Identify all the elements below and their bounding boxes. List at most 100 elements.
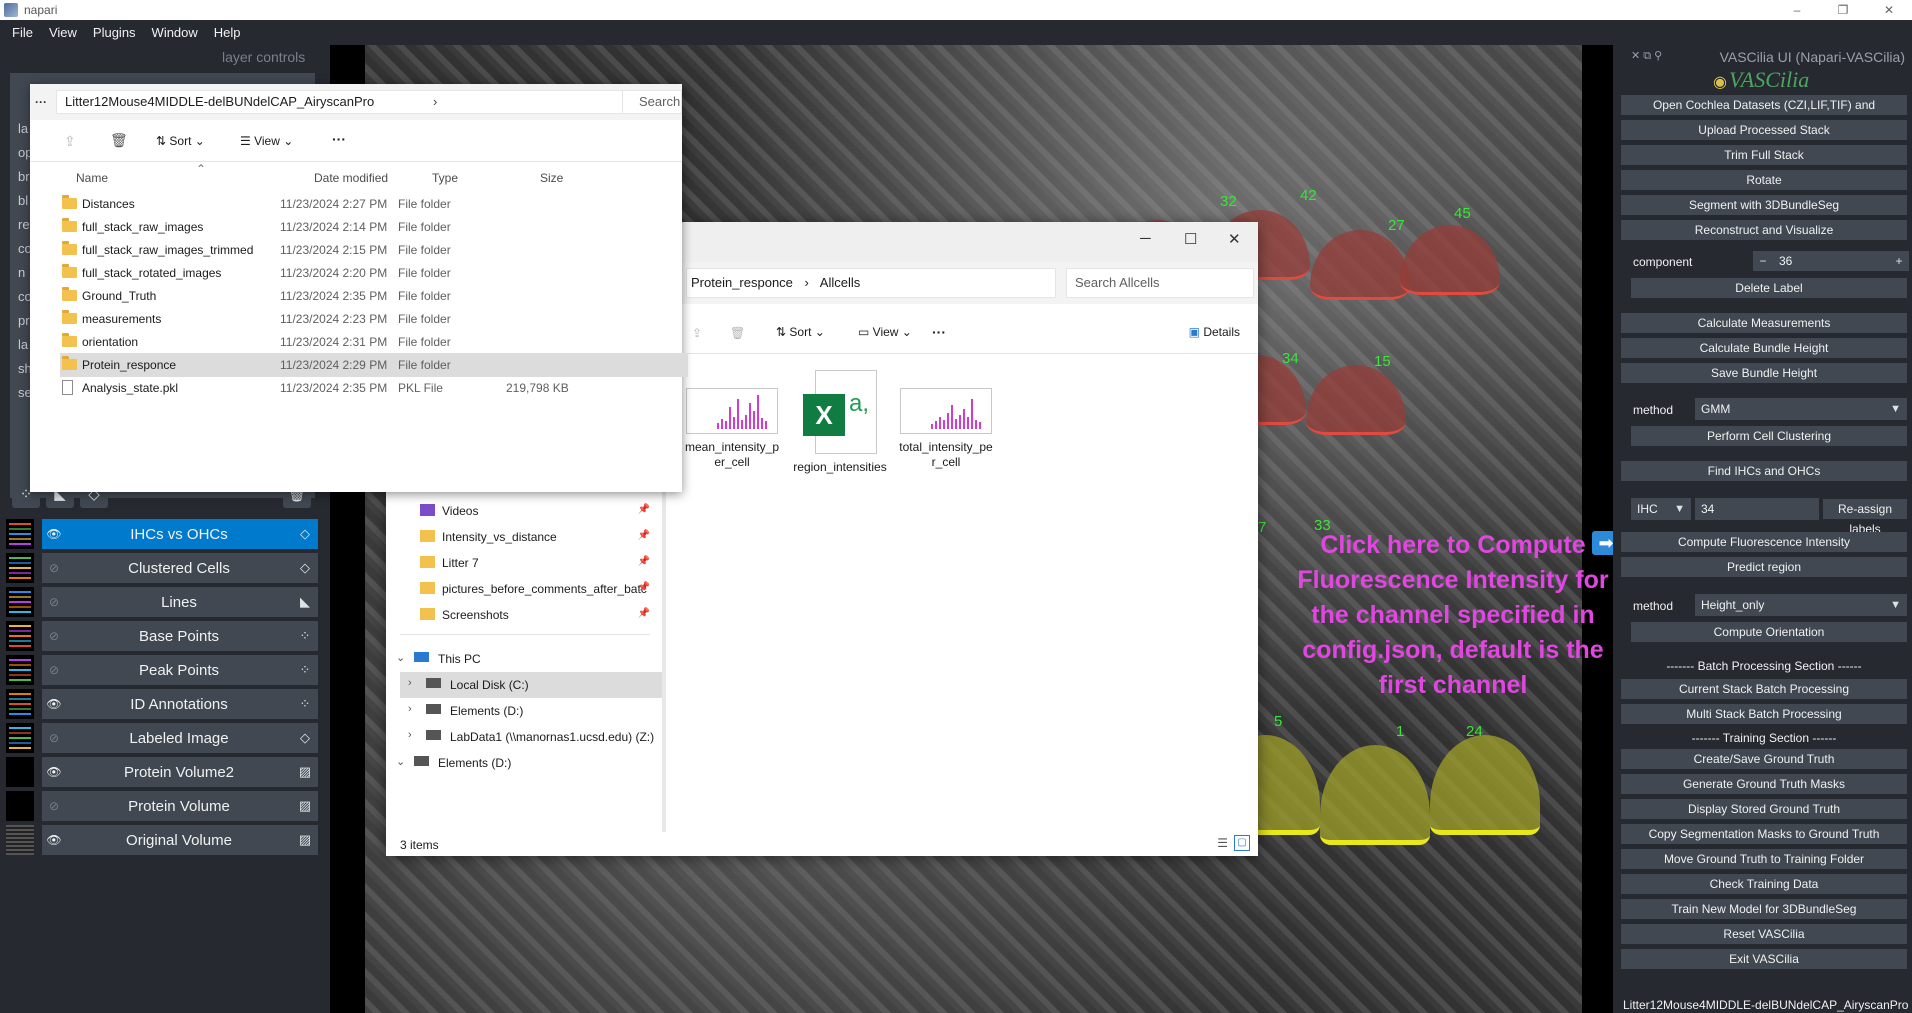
- delete-icon[interactable]: 🗑: [730, 326, 745, 340]
- file-row[interactable]: Distances 11/23/2024 2:27 PM File folder: [60, 192, 688, 216]
- breadcrumb-item[interactable]: Allcells: [820, 275, 860, 290]
- close-button[interactable]: ✕: [1866, 0, 1912, 20]
- nav-quick-access-item[interactable]: Litter 7 📌: [386, 550, 662, 576]
- chevron-right-icon[interactable]: ›: [408, 729, 412, 741]
- layer-row[interactable]: ⊘ Base Points ⁘: [6, 621, 324, 651]
- component-spinbox[interactable]: − 36 +: [1753, 251, 1909, 271]
- sort-button[interactable]: ⇅ Sort ⌄: [776, 325, 825, 339]
- ellipsis-icon[interactable]: ···: [30, 95, 52, 109]
- visibility-eye-icon[interactable]: ⊘: [42, 629, 66, 643]
- layer-name[interactable]: Clustered Cells: [66, 560, 292, 577]
- layer-row[interactable]: ⊘ Labeled Image ◇: [6, 723, 324, 753]
- share-icon[interactable]: ⇪: [692, 326, 702, 340]
- generate-masks-button[interactable]: Generate Ground Truth Masks: [1621, 774, 1907, 794]
- file-row[interactable]: Ground_Truth 11/23/2024 2:35 PM File folde…: [60, 284, 688, 308]
- file-tile-total-intensity[interactable]: total_intensity_pe r_cell: [896, 372, 996, 470]
- chevron-right-icon[interactable]: ›: [433, 91, 437, 113]
- layer-row[interactable]: 👁 Protein Volume2 ▨: [6, 757, 324, 787]
- compute-fluorescence-button[interactable]: Compute Fluorescence Intensity: [1621, 532, 1907, 552]
- increment-icon[interactable]: +: [1889, 254, 1909, 268]
- open-datasets-button[interactable]: Open Cochlea Datasets (CZI,LIF,TIF) and …: [1621, 95, 1907, 132]
- breadcrumb[interactable]: Litter12Mouse4MIDDLE-delBUNdelCAP_Airysc…: [56, 90, 628, 114]
- file-row[interactable]: Protein_responce 11/23/2024 2:29 PM File f…: [60, 353, 688, 377]
- dock-controls-icon[interactable]: ✕ ⧉ ⚲: [1631, 49, 1662, 63]
- file-row[interactable]: full_stack_raw_images 11/23/2024 2:14 PM F…: [60, 215, 688, 239]
- perform-clustering-button[interactable]: Perform Cell Clustering: [1631, 426, 1907, 446]
- layer-row[interactable]: ⊘ Lines ◣: [6, 587, 324, 617]
- move-ground-truth-button[interactable]: Move Ground Truth to Training Folder: [1621, 849, 1907, 869]
- more-options-button[interactable]: ···: [332, 131, 346, 147]
- nav-quick-access-item[interactable]: Videos 📌: [386, 498, 662, 524]
- menu-window[interactable]: Window: [144, 25, 206, 40]
- file-row[interactable]: Analysis_state.pkl 11/23/2024 2:35 PM PKL …: [60, 376, 688, 400]
- nav-tree-item[interactable]: › LabData1 (\\manornas1.ucsd.edu) (Z:): [386, 724, 662, 750]
- reset-button[interactable]: Reset VASCilia: [1621, 924, 1907, 944]
- find-ihcs-ohcs-button[interactable]: Find IHCs and OHCs: [1621, 461, 1907, 481]
- search-input[interactable]: Search Allcells: [1066, 268, 1254, 298]
- layer-name[interactable]: Protein Volume: [66, 798, 292, 815]
- details-view-icon[interactable]: ☰: [1217, 836, 1228, 850]
- layer-name[interactable]: Peak Points: [66, 662, 292, 679]
- visibility-eye-icon[interactable]: 👁: [42, 765, 66, 779]
- visibility-eye-icon[interactable]: 👁: [42, 697, 66, 711]
- visibility-eye-icon[interactable]: ⊘: [42, 561, 66, 575]
- nav-quick-access-item[interactable]: Intensity_vs_distance 📌: [386, 524, 662, 550]
- layer-name[interactable]: Original Volume: [66, 832, 292, 849]
- rotate-button[interactable]: Rotate: [1621, 170, 1907, 190]
- layer-name[interactable]: Protein Volume2: [66, 764, 292, 781]
- layer-name[interactable]: IHCs vs OHCs: [66, 526, 292, 543]
- calculate-bundle-height-button[interactable]: Calculate Bundle Height: [1621, 338, 1907, 358]
- breadcrumb-item[interactable]: Protein_responce: [691, 275, 793, 290]
- sort-button[interactable]: ⇅ Sort ⌄: [156, 134, 205, 148]
- minimize-icon[interactable]: ─: [1140, 230, 1151, 247]
- visibility-eye-icon[interactable]: ⊘: [42, 799, 66, 813]
- exit-button[interactable]: Exit VASCilia: [1621, 949, 1907, 969]
- trim-stack-button[interactable]: Trim Full Stack: [1621, 145, 1907, 165]
- menu-help[interactable]: Help: [206, 25, 249, 40]
- maximize-icon[interactable]: ☐: [1184, 230, 1197, 248]
- cell-id-input[interactable]: 34: [1695, 498, 1819, 520]
- multi-stack-batch-button[interactable]: Multi Stack Batch Processing: [1621, 704, 1907, 724]
- file-tile-mean-intensity[interactable]: mean_intensity_p er_cell: [682, 372, 782, 470]
- more-options-button[interactable]: ···: [932, 324, 946, 340]
- layer-name[interactable]: Labeled Image: [66, 730, 292, 747]
- nav-quick-access-item[interactable]: pictures_before_comments_after_batc 📌: [386, 576, 662, 602]
- reassign-labels-button[interactable]: Re-assign labels: [1823, 499, 1907, 536]
- view-button[interactable]: ▭ View ⌄: [858, 325, 912, 339]
- close-icon[interactable]: ✕: [1228, 230, 1241, 248]
- display-ground-truth-button[interactable]: Display Stored Ground Truth: [1621, 799, 1907, 819]
- cell-type-select[interactable]: IHC ▼: [1631, 498, 1691, 520]
- layer-row[interactable]: 👁 ID Annotations ⁘: [6, 689, 324, 719]
- reconstruct-button[interactable]: Reconstruct and Visualize: [1621, 220, 1907, 240]
- breadcrumb-item[interactable]: Litter12Mouse4MIDDLE-delBUNdelCAP_Airysc…: [65, 94, 374, 109]
- delete-label-button[interactable]: Delete Label: [1631, 278, 1907, 298]
- visibility-eye-icon[interactable]: ⊘: [42, 663, 66, 677]
- visibility-eye-icon[interactable]: ⊘: [42, 731, 66, 745]
- details-button[interactable]: ▣ Details: [1189, 325, 1240, 339]
- create-ground-truth-button[interactable]: Create/Save Ground Truth: [1621, 749, 1907, 769]
- menu-plugins[interactable]: Plugins: [85, 25, 144, 40]
- layer-row[interactable]: ⊘ Clustered Cells ◇: [6, 553, 324, 583]
- layer-name[interactable]: Lines: [66, 594, 292, 611]
- nav-tree-item[interactable]: › Local Disk (C:): [400, 672, 662, 698]
- layer-row[interactable]: 👁 Original Volume ▨: [6, 825, 324, 855]
- visibility-eye-icon[interactable]: 👁: [42, 833, 66, 847]
- search-input[interactable]: Search Li: [622, 90, 682, 114]
- file-row[interactable]: full_stack_rotated_images 11/23/2024 2:20…: [60, 261, 688, 285]
- file-row[interactable]: full_stack_raw_images_trimmed 11/23/2024 …: [60, 238, 688, 262]
- nav-tree-item[interactable]: ⌄ Elements (D:): [386, 750, 662, 776]
- method-select[interactable]: GMM ▼: [1695, 398, 1907, 420]
- menu-file[interactable]: File: [4, 25, 41, 40]
- column-header-name[interactable]: Name: [76, 171, 108, 185]
- compute-orientation-button[interactable]: Compute Orientation: [1631, 622, 1907, 642]
- calculate-measurements-button[interactable]: Calculate Measurements: [1621, 313, 1907, 333]
- predict-region-button[interactable]: Predict region: [1621, 557, 1907, 577]
- visibility-eye-icon[interactable]: ⊘: [42, 595, 66, 609]
- nav-quick-access-item[interactable]: Screenshots 📌: [386, 602, 662, 628]
- decrement-icon[interactable]: −: [1753, 254, 1773, 268]
- chevron-right-icon[interactable]: ›: [408, 703, 412, 715]
- view-button[interactable]: ☰ View ⌄: [240, 134, 293, 148]
- upload-stack-button[interactable]: Upload Processed Stack: [1621, 120, 1907, 140]
- component-value[interactable]: 36: [1773, 254, 1889, 268]
- visibility-eye-icon[interactable]: 👁: [42, 527, 66, 541]
